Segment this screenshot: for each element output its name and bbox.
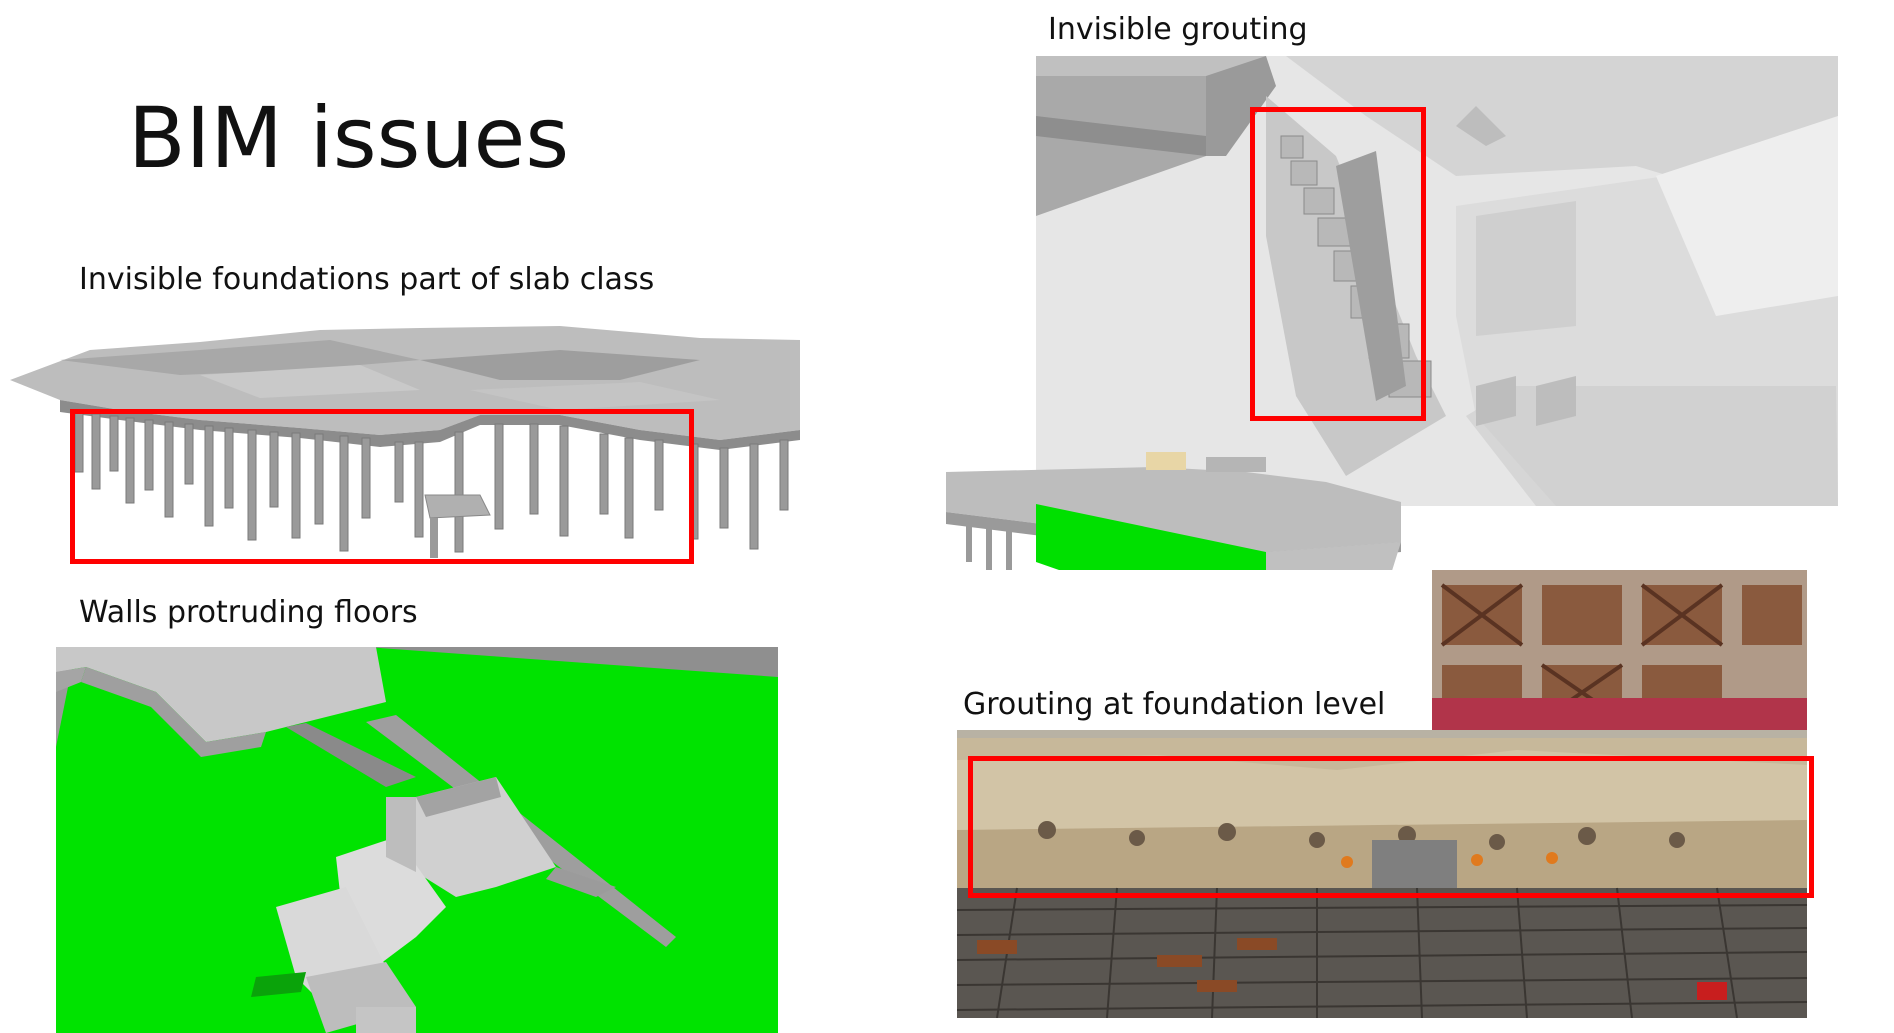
walls-caption: Walls protruding floors — [79, 595, 418, 630]
foundation-level-caption: Grouting at foundation level — [963, 687, 1386, 722]
walls-model-image — [56, 647, 778, 1033]
slide-title: BIM issues — [128, 89, 570, 187]
foundations-highlight-box — [70, 409, 694, 564]
grouting-highlight-box — [1250, 107, 1426, 421]
grouting-model-image — [1036, 56, 1838, 506]
grouting-caption: Invisible grouting — [1048, 12, 1308, 47]
foundation-level-highlight-box — [968, 756, 1814, 898]
foundations-caption: Invisible foundations part of slab class — [79, 262, 655, 297]
